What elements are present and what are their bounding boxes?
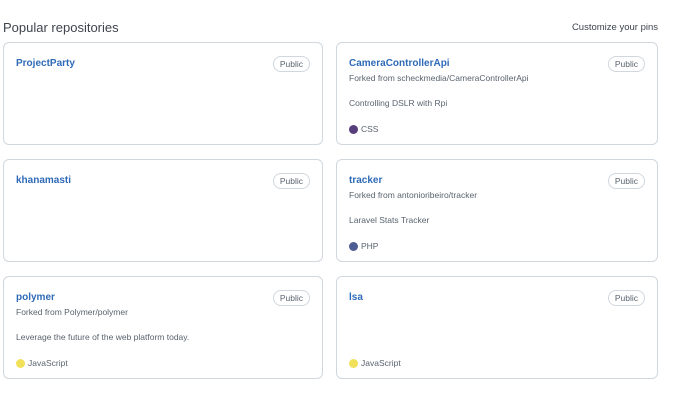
repo-description: Controlling DSLR with Rpi	[349, 98, 448, 108]
repo-language: CSS	[349, 123, 378, 135]
language-label: JavaScript	[361, 358, 401, 368]
language-label: CSS	[361, 124, 379, 134]
visibility-badge: Public	[272, 56, 310, 72]
repo-name-link[interactable]: lsa	[349, 291, 363, 305]
section-title: Popular repositories	[3, 20, 119, 35]
language-color-dot	[16, 358, 25, 368]
forked-from-text: Forked from Polymer/polymer	[16, 307, 128, 317]
visibility-badge: Public	[272, 173, 310, 189]
repo-name-link[interactable]: ProjectParty	[16, 57, 75, 71]
language-label: JavaScript	[28, 358, 68, 368]
visibility-badge: Public	[607, 290, 645, 306]
repo-name-link[interactable]: CameraControllerApi	[349, 57, 450, 71]
visibility-badge: Public	[607, 56, 645, 72]
repo-description: Leverage the future of the web platform …	[16, 332, 190, 342]
language-label: PHP	[361, 241, 379, 251]
forked-from-text: Forked from antonioribeiro/tracker	[349, 190, 478, 200]
repo-language: PHP	[349, 240, 378, 252]
repo-name-link[interactable]: tracker	[349, 174, 382, 188]
repo-card: polymer Public Forked from Polymer/polym…	[3, 276, 323, 379]
repo-card: ProjectParty Public	[3, 42, 323, 145]
repo-card: lsa Public JavaScript	[336, 276, 658, 379]
language-color-dot	[349, 124, 358, 134]
repo-language: JavaScript	[16, 357, 68, 369]
repo-name-link[interactable]: polymer	[16, 291, 55, 305]
visibility-badge: Public	[272, 290, 310, 306]
customize-pins-link[interactable]: Customize your pins	[572, 20, 658, 36]
repo-name-link[interactable]: khanamasti	[16, 174, 71, 188]
language-color-dot	[349, 358, 358, 368]
forked-from-text: Forked from scheckmedia/CameraController…	[349, 73, 529, 83]
popular-repositories-header: Popular repositories Customize your pins	[3, 18, 658, 38]
repo-description: Laravel Stats Tracker	[349, 215, 430, 225]
visibility-badge: Public	[607, 173, 645, 189]
language-color-dot	[349, 241, 358, 251]
repo-card: tracker Public Forked from antonioribeir…	[336, 159, 658, 262]
repo-card: CameraControllerApi Public Forked from s…	[336, 42, 658, 145]
repo-language: JavaScript	[349, 357, 401, 369]
repo-card: khanamasti Public	[3, 159, 323, 262]
